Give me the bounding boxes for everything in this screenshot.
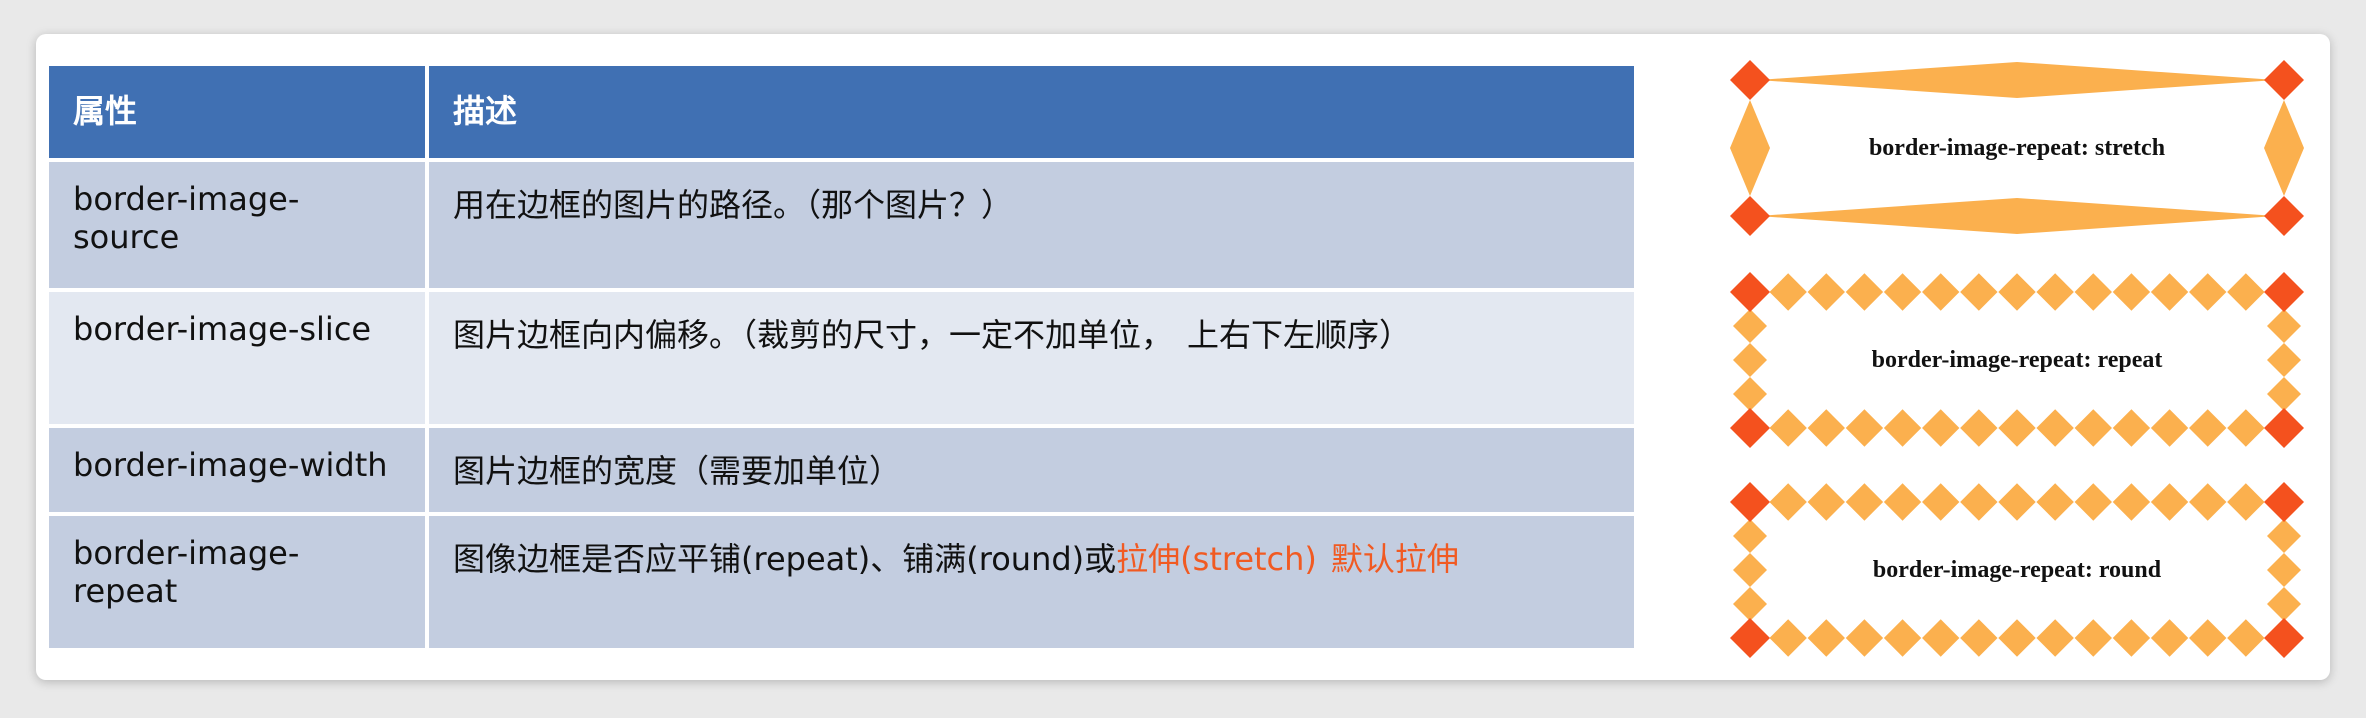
property-name: border-image-slice bbox=[49, 292, 429, 428]
description-highlight: 拉伸(stretch) bbox=[1116, 540, 1317, 578]
header-property: 属性 bbox=[49, 66, 429, 162]
example-round: border-image-repeat: round bbox=[1728, 480, 2306, 660]
header-description: 描述 bbox=[429, 66, 1634, 162]
description-text: 图像边框是否应平铺(repeat)、铺满(round)或 bbox=[453, 540, 1117, 578]
table-header-row: 属性 描述 bbox=[49, 66, 1634, 162]
property-name: border-image-source bbox=[49, 162, 429, 292]
description-text: 图片边框向内偏移。（裁剪的尺寸，一定不加单位， bbox=[453, 316, 1174, 354]
description-tail: 上右下左顺序） bbox=[1187, 316, 1412, 354]
table-row: border-image-repeat 图像边框是否应平铺(repeat)、铺满… bbox=[49, 516, 1634, 648]
example-label: border-image-repeat: round bbox=[1872, 556, 2162, 583]
property-description: 图片边框向内偏移。（裁剪的尺寸，一定不加单位， 上右下左顺序） bbox=[429, 292, 1634, 428]
example-stretch: border-image-repeat: stretch bbox=[1728, 58, 2306, 238]
table-row: border-image-slice 图片边框向内偏移。（裁剪的尺寸，一定不加单… bbox=[49, 292, 1634, 428]
border-image-properties-table: 属性 描述 border-image-source 用在边框的图片的路径。（那个… bbox=[49, 66, 1634, 648]
table-row: border-image-width 图片边框的宽度（需要加单位） bbox=[49, 428, 1634, 516]
property-description: 图像边框是否应平铺(repeat)、铺满(round)或拉伸(stretch) 默… bbox=[429, 516, 1634, 648]
property-description: 用在边框的图片的路径。（那个图片？） bbox=[429, 162, 1634, 292]
example-label: border-image-repeat: repeat bbox=[1871, 346, 2163, 373]
property-name: border-image-repeat bbox=[49, 516, 429, 648]
example-label: border-image-repeat: stretch bbox=[1868, 134, 2166, 161]
example-repeat: border-image-repeat: repeat bbox=[1728, 270, 2306, 450]
description-highlight-default: 默认拉伸 bbox=[1330, 540, 1459, 578]
property-name: border-image-width bbox=[49, 428, 429, 516]
table-row: border-image-source 用在边框的图片的路径。（那个图片？） bbox=[49, 162, 1634, 292]
property-description: 图片边框的宽度（需要加单位） bbox=[429, 428, 1634, 516]
